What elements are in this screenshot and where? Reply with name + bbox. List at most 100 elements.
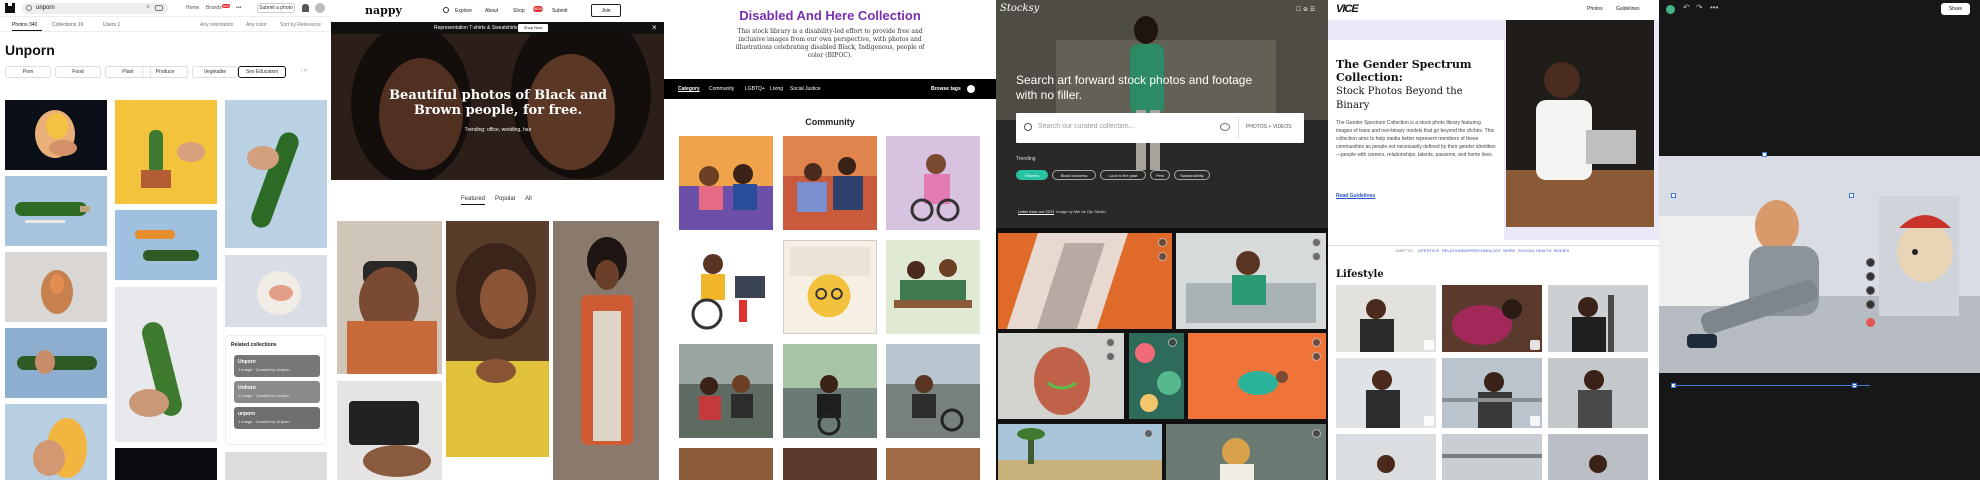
nav-lgbtq[interactable]: LGBTQ+ (745, 86, 765, 92)
jump-school[interactable]: SCHOOL (1518, 248, 1535, 253)
join-button[interactable]: Join (591, 4, 621, 17)
photo-tile[interactable] (1442, 358, 1542, 428)
nav-home[interactable]: Home (186, 5, 199, 11)
move-down-icon[interactable] (1866, 272, 1875, 281)
read-guidelines-link[interactable]: Read Guidelines (1336, 193, 1375, 199)
trending-chip[interactable]: Look to the past (1100, 170, 1146, 180)
share-button[interactable]: Share (1941, 3, 1970, 15)
tab-all[interactable]: All (525, 196, 532, 202)
save-icon[interactable] (1144, 429, 1153, 438)
photo-tile[interactable] (783, 448, 877, 480)
nav-submit[interactable]: Submit (552, 8, 568, 14)
notification-bell-icon[interactable] (302, 4, 309, 12)
move-up-icon[interactable] (1866, 258, 1875, 267)
save-icon[interactable] (1168, 338, 1177, 347)
photo-tile[interactable] (115, 100, 217, 204)
save-icon[interactable] (1312, 238, 1321, 247)
jump-technology[interactable]: TECHNOLOGY (1473, 248, 1501, 253)
tab-photos[interactable]: Photos 340 (12, 22, 37, 28)
photo-tile[interactable] (115, 287, 217, 442)
illustration-tile[interactable] (783, 136, 877, 230)
photo-tile[interactable] (1442, 434, 1542, 480)
photo-tile[interactable] (337, 381, 442, 480)
chip-porn[interactable]: Porn (5, 66, 51, 78)
photo-tile[interactable] (446, 221, 549, 457)
photo-tile[interactable] (5, 328, 107, 398)
letter-from-ceo-link[interactable]: Letter from our CEO (1018, 209, 1054, 214)
nav-shop[interactable]: Shop (513, 8, 525, 14)
photo-tile[interactable] (5, 252, 107, 322)
browse-tags-button[interactable]: Browse tags (931, 86, 961, 92)
illustration-tile[interactable] (679, 240, 773, 334)
photo-tile[interactable] (225, 452, 327, 480)
orientation-filter[interactable]: Any orientation (200, 22, 233, 28)
redo-icon[interactable]: ↷ (1696, 3, 1703, 12)
download-icon[interactable] (1530, 340, 1540, 350)
search-input[interactable]: unporn × (22, 3, 168, 14)
search-icon[interactable] (443, 7, 449, 13)
tab-collections[interactable]: Collections 16 (52, 22, 83, 28)
photo-tile[interactable] (998, 424, 1162, 480)
resize-handle[interactable] (1671, 193, 1676, 198)
nav-about[interactable]: About (485, 8, 498, 14)
status-dot-icon[interactable] (1666, 5, 1675, 14)
tab-users[interactable]: Users 1 (103, 22, 120, 28)
search-query[interactable]: unporn (36, 5, 55, 11)
nav-social-justice[interactable]: Social Justice (790, 86, 821, 92)
chips-scroll-arrow-icon[interactable]: › > (301, 68, 307, 74)
like-icon[interactable] (1312, 352, 1321, 361)
photo-tile[interactable] (1176, 233, 1326, 329)
header-icons[interactable]: ☐ ⊕ ☰ (1296, 6, 1315, 13)
related-collection-item[interactable]: Unhorn 1 image · Curated by Unporn (234, 381, 320, 403)
like-icon[interactable] (1312, 252, 1321, 261)
copy-icon[interactable] (1866, 286, 1875, 295)
photo-tile[interactable] (5, 404, 107, 480)
tab-featured[interactable]: Featured (461, 196, 486, 205)
layers-icon[interactable] (1866, 300, 1875, 309)
tab-popular[interactable]: Popular (495, 196, 516, 202)
photo-tile[interactable] (1548, 358, 1648, 428)
photo-tile[interactable] (5, 176, 107, 246)
arrow-right-icon[interactable] (967, 85, 975, 93)
jump-lifestyle[interactable]: LIFESTYLE (1418, 248, 1439, 253)
photo-tile[interactable] (1166, 424, 1326, 480)
shop-now-button[interactable]: Shop Now (518, 24, 548, 32)
color-filter[interactable]: Any color (246, 22, 267, 28)
chip-produce[interactable]: Produce (142, 66, 188, 78)
nav-photos[interactable]: Photos (1587, 6, 1603, 12)
photo-tile[interactable] (115, 210, 217, 280)
chip-food[interactable]: Food (55, 66, 101, 78)
editor-canvas-image[interactable] (1659, 156, 1980, 373)
photo-tile[interactable] (5, 100, 107, 170)
jump-bodies[interactable]: BODIES (1554, 248, 1569, 253)
nav-more[interactable]: ••• (236, 5, 241, 11)
illustration-tile[interactable] (886, 136, 980, 230)
resize-handle[interactable] (1762, 152, 1767, 157)
photo-tile[interactable] (337, 221, 442, 374)
photo-tile[interactable] (1129, 333, 1184, 419)
download-icon[interactable] (1424, 416, 1434, 426)
close-icon[interactable]: × (652, 23, 657, 32)
nav-community[interactable]: Community (709, 86, 734, 92)
photo-tile[interactable] (886, 344, 980, 438)
photo-tile[interactable] (679, 344, 773, 438)
jump-relationships[interactable]: RELATIONSHIPS (1442, 248, 1474, 253)
illustration-tile[interactable] (679, 136, 773, 230)
search-bar[interactable]: Search our curated collection... PHOTOS … (1016, 113, 1304, 143)
chip-vegetable[interactable]: Vegetable (192, 66, 238, 78)
avatar[interactable] (315, 3, 325, 13)
photo-tile[interactable] (1548, 434, 1648, 480)
nav-explore[interactable]: Explore (455, 8, 472, 14)
more-icon[interactable]: ••• (1710, 3, 1718, 12)
trending-chip[interactable]: Sustainability (1174, 170, 1210, 180)
photo-tile[interactable] (886, 448, 980, 480)
jump-work[interactable]: WORK (1503, 248, 1515, 253)
photo-tile[interactable] (1188, 333, 1326, 419)
download-icon[interactable] (1424, 340, 1434, 350)
photo-tile[interactable] (679, 448, 773, 480)
photo-tile[interactable] (783, 344, 877, 438)
undo-icon[interactable]: ↶ (1683, 3, 1690, 12)
visual-search-icon[interactable] (155, 5, 163, 11)
media-type-select[interactable]: PHOTOS + VIDEOS (1246, 124, 1292, 130)
nav-living[interactable]: Living (770, 86, 783, 92)
